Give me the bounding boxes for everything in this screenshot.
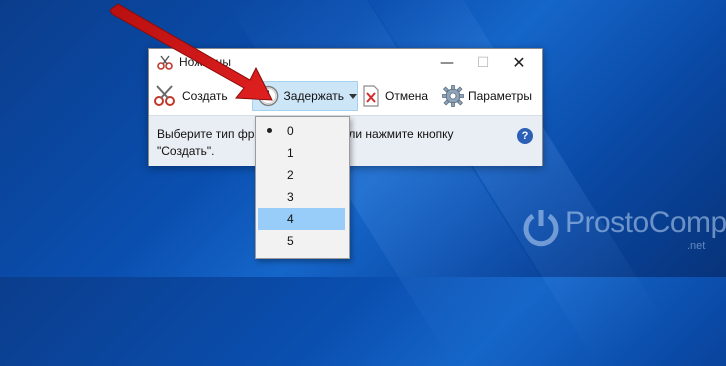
watermark-logo: ProstoComp .net — [517, 200, 726, 260]
power-logo-icon — [523, 210, 559, 247]
watermark-text: ProstoComp — [565, 206, 726, 239]
watermark-suffix: .net — [687, 240, 706, 252]
